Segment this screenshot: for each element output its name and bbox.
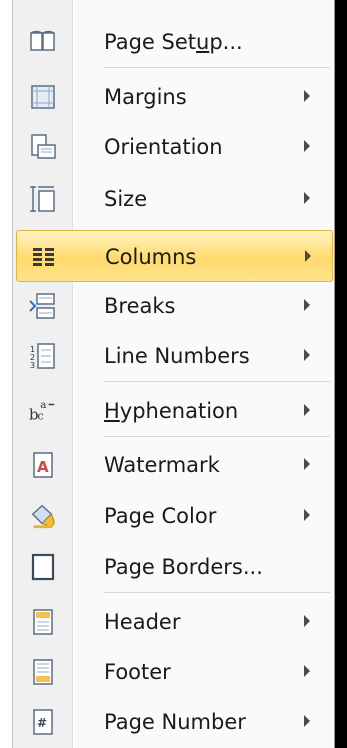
menu-item-label: Breaks bbox=[104, 294, 176, 318]
menu-item-label: Header bbox=[104, 610, 181, 634]
menu-item-label: Watermark bbox=[104, 453, 220, 477]
submenu-arrow-icon bbox=[304, 90, 310, 102]
svg-text:c: c bbox=[37, 409, 43, 422]
menu-item-label: Line Numbers bbox=[104, 344, 250, 368]
menu-item-label: Page Setup... bbox=[104, 30, 243, 54]
submenu-arrow-icon bbox=[304, 404, 310, 416]
menu-item-margins[interactable]: Margins bbox=[16, 71, 333, 123]
menu-item-hyphenation[interactable]: b c a Hyphenation bbox=[16, 385, 333, 437]
svg-text:#: # bbox=[37, 716, 47, 730]
submenu-arrow-icon bbox=[304, 665, 310, 677]
menu-item-breaks[interactable]: Breaks bbox=[16, 280, 333, 332]
menu-item-label: Orientation bbox=[104, 135, 223, 159]
menu-item-label: Columns bbox=[105, 245, 197, 269]
hyphenation-icon: b c a bbox=[29, 397, 57, 425]
svg-text:3: 3 bbox=[30, 361, 35, 370]
page-setup-dropdown-menu: Page Setup... Margins Orientation Size C… bbox=[12, 0, 335, 748]
menu-item-label: Page Borders... bbox=[104, 555, 263, 579]
header-icon bbox=[29, 608, 57, 636]
submenu-arrow-icon bbox=[304, 299, 310, 311]
menu-drop-shadow bbox=[335, 0, 347, 748]
page-color-icon bbox=[29, 502, 57, 530]
footer-icon bbox=[29, 658, 57, 686]
menu-item-label: Hyphenation bbox=[104, 399, 239, 423]
submenu-arrow-icon bbox=[304, 615, 310, 627]
menu-item-label: Footer bbox=[104, 660, 171, 684]
menu-item-page-color[interactable]: Page Color bbox=[16, 490, 333, 542]
menu-item-label: Margins bbox=[104, 85, 187, 109]
menu-item-orientation[interactable]: Orientation bbox=[16, 121, 333, 173]
menu-item-header[interactable]: Header bbox=[16, 596, 333, 648]
line-numbers-icon: 1 2 3 bbox=[29, 342, 57, 370]
submenu-arrow-icon bbox=[304, 192, 310, 204]
margins-icon bbox=[29, 83, 57, 111]
svg-text:A: A bbox=[37, 458, 49, 476]
columns-icon bbox=[30, 243, 58, 271]
submenu-arrow-icon bbox=[304, 715, 310, 727]
submenu-arrow-icon bbox=[304, 458, 310, 470]
menu-item-watermark[interactable]: A Watermark bbox=[16, 439, 333, 491]
submenu-arrow-icon bbox=[304, 509, 310, 521]
page-number-icon: # bbox=[29, 708, 57, 736]
orientation-icon bbox=[29, 133, 57, 161]
menu-item-label: Page Color bbox=[104, 504, 217, 528]
submenu-arrow-icon bbox=[304, 349, 310, 361]
menu-separator bbox=[104, 436, 330, 437]
menu-item-label: Size bbox=[104, 187, 148, 211]
size-icon bbox=[29, 185, 57, 213]
menu-separator bbox=[104, 67, 330, 68]
svg-text:a: a bbox=[40, 399, 46, 411]
page-setup-icon bbox=[29, 28, 57, 56]
menu-item-page-borders[interactable]: Page Borders... bbox=[16, 541, 333, 593]
submenu-arrow-icon bbox=[305, 250, 311, 262]
page-borders-icon bbox=[29, 553, 57, 581]
menu-item-line-numbers[interactable]: 1 2 3 Line Numbers bbox=[16, 330, 333, 382]
breaks-icon bbox=[29, 292, 57, 320]
menu-item-size[interactable]: Size bbox=[16, 173, 333, 225]
watermark-icon: A bbox=[29, 451, 57, 479]
menu-item-page-setup[interactable]: Page Setup... bbox=[16, 16, 333, 68]
menu-separator bbox=[104, 381, 330, 382]
menu-item-page-number[interactable]: # Page Number bbox=[16, 696, 333, 748]
menu-item-columns[interactable]: Columns bbox=[16, 230, 333, 282]
menu-item-label: Page Number bbox=[104, 710, 246, 734]
menu-separator bbox=[104, 592, 330, 593]
submenu-arrow-icon bbox=[304, 140, 310, 152]
menu-item-footer[interactable]: Footer bbox=[16, 646, 333, 698]
